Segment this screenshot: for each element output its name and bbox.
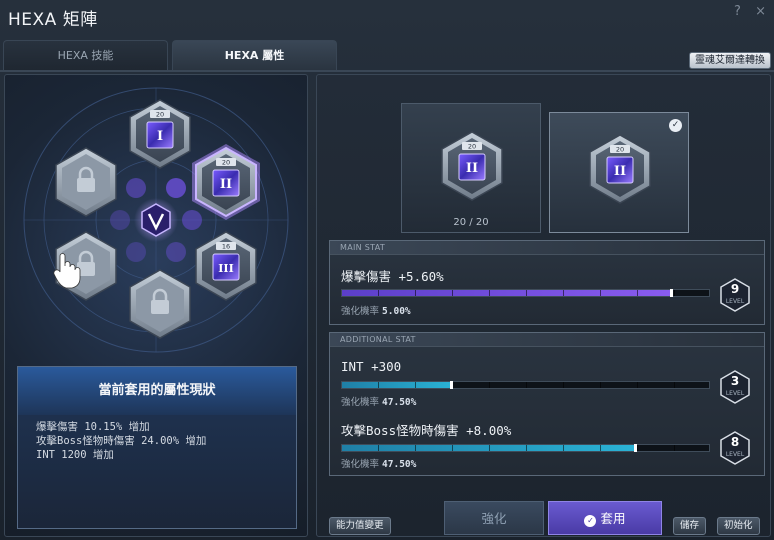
status-lines: 爆擊傷害 10.15% 增加 攻擊Boss怪物時傷害 24.00% 增加 INT… [18, 415, 296, 462]
sol-erda-convert-button[interactable]: 靈魂艾爾達轉換 [689, 52, 771, 69]
status-line: INT 1200 增加 [36, 449, 114, 461]
additional-stat-1-level-badge: 3 LEVEL [718, 370, 752, 404]
additional-stat-1-bar [341, 381, 710, 389]
additional-stat-2-name: 攻擊Boss怪物時傷害 +8.00% [341, 423, 512, 438]
apply-label: 套用 [600, 511, 626, 526]
check-icon: ✓ [669, 119, 682, 132]
core-level: 20 [468, 143, 476, 151]
level-number: 8 [730, 435, 740, 449]
additional-stat-2-bar-knob [634, 444, 637, 452]
core-hex: 20 II [441, 131, 503, 201]
node-level-upper-right: 20 [222, 159, 230, 167]
core-hex: 20 II [589, 134, 651, 204]
hex-node-bottom[interactable] [129, 269, 191, 339]
core-card-preview[interactable]: ✓ 20 II [549, 112, 689, 233]
node-level-lower-right: 16 [222, 243, 230, 251]
core-numeral: II [614, 164, 626, 179]
apply-button[interactable]: ✓ 套用 [548, 501, 662, 535]
hex-node-upper-left[interactable] [55, 147, 117, 217]
center-emblem [134, 198, 178, 242]
help-icon[interactable]: ? [734, 4, 741, 19]
prob-label: 強化機率 [341, 459, 380, 470]
prob-value: 5.00% [382, 306, 411, 317]
hex-grid: 20 I 20 II 16 III [23, 87, 289, 353]
main-stat-level-badge: 9 LEVEL [718, 278, 752, 312]
additional-stat-header: ADDITIONAL STAT [330, 333, 764, 347]
hexa-matrix-window: HEXA 矩陣 ? × HEXA 技能 HEXA 屬性 靈魂艾爾達轉換 20 I… [0, 0, 774, 540]
node-numeral-top: I [157, 129, 163, 144]
level-number: 9 [730, 282, 740, 296]
enhance-button[interactable]: 強化 [444, 501, 544, 535]
main-stat-bar-knob [670, 289, 673, 297]
additional-stat-2-level-badge: 8 LEVEL [718, 431, 752, 465]
level-label: LEVEL [725, 298, 745, 305]
node-numeral-lower-right: III [218, 262, 233, 275]
window-title: HEXA 矩陣 [8, 10, 98, 30]
additional-stat-box: ADDITIONAL STAT INT +300 強化機率 47.50% 3 L… [329, 332, 765, 476]
core-count: 20 / 20 [453, 217, 489, 228]
prob-label: 強化機率 [341, 397, 380, 408]
additional-stat-2-bar [341, 444, 710, 452]
reset-button[interactable]: 初始化 [717, 517, 760, 535]
level-number: 3 [730, 374, 740, 388]
node-level-top: 20 [156, 111, 164, 119]
save-button[interactable]: 儲存 [673, 517, 707, 535]
current-stat-status-panel: 當前套用的屬性現狀 爆擊傷害 10.15% 增加 攻擊Boss怪物時傷害 24.… [17, 366, 297, 529]
additional-stat-1-bar-knob [450, 381, 453, 389]
hex-node-top[interactable]: 20 I [129, 99, 191, 169]
ability-change-button[interactable]: 能力值變更 [329, 517, 391, 535]
status-line: 攻擊Boss怪物時傷害 24.00% 增加 [36, 435, 207, 447]
node-numeral-upper-right: II [220, 177, 232, 192]
main-stat-box: MAIN STAT 爆擊傷害 +5.60% 強化機率 5.00% 9 LEVEL [329, 240, 765, 325]
tab-hexa-stat[interactable]: HEXA 屬性 [172, 40, 337, 70]
core-level: 20 [616, 146, 624, 154]
main-stat-bar [341, 289, 710, 297]
level-label: LEVEL [725, 451, 745, 458]
window-controls: ? × [724, 4, 766, 19]
status-line: 爆擊傷害 10.15% 增加 [36, 421, 150, 433]
tab-hexa-skill[interactable]: HEXA 技能 [3, 40, 168, 70]
additional-stat-1-prob: 強化機率 47.50% [341, 394, 416, 408]
main-stat-prob: 強化機率 5.00% [341, 303, 411, 317]
prob-value: 47.50% [382, 397, 417, 408]
hex-node-upper-right[interactable]: 20 II [192, 144, 260, 220]
core-card-current[interactable]: 20 II 20 / 20 [401, 103, 541, 233]
main-stat-name: 爆擊傷害 +5.60% [341, 269, 444, 284]
main-stat-header: MAIN STAT [330, 241, 764, 255]
check-icon: ✓ [584, 515, 597, 527]
hex-node-lower-right[interactable]: 16 III [195, 231, 257, 301]
additional-stat-1-name: INT +300 [341, 359, 402, 374]
additional-stat-2-prob: 強化機率 47.50% [341, 456, 416, 470]
prob-label: 強化機率 [341, 306, 380, 317]
tab-divider [0, 70, 774, 72]
prob-value: 47.50% [382, 459, 417, 470]
core-numeral: II [466, 161, 478, 176]
level-label: LEVEL [725, 390, 745, 397]
status-panel-title: 當前套用的屬性現狀 [18, 367, 296, 415]
close-icon[interactable]: × [755, 4, 766, 19]
